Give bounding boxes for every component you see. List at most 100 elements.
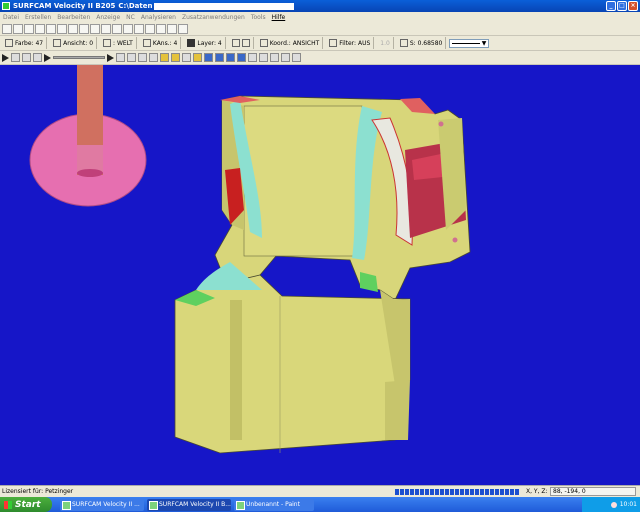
tray-icon[interactable]: [610, 501, 617, 508]
shade-icon[interactable]: [68, 23, 78, 34]
pencil-icon[interactable]: [167, 23, 177, 34]
graphics-viewport[interactable]: [0, 65, 640, 485]
view-icon: [53, 39, 62, 47]
sheet2-icon[interactable]: [281, 53, 290, 62]
layer-setting[interactable]: Layer: 4: [184, 37, 226, 49]
options-icon[interactable]: [292, 53, 301, 62]
standard-toolbar: [0, 22, 640, 36]
app-icon: [2, 2, 10, 10]
menu-anzeige[interactable]: Anzeige: [96, 14, 120, 21]
windows-logo-icon: [4, 500, 12, 509]
wire-cube-icon[interactable]: [241, 39, 250, 47]
status-bar: Lizensiert für: Petzinger X, Y, Z: 88, -…: [0, 485, 640, 497]
cad-model-view: [29, 65, 471, 454]
info-icon[interactable]: [127, 53, 136, 62]
menu-tools[interactable]: Tools: [251, 14, 266, 21]
s-setting[interactable]: S: 0.68580: [397, 37, 447, 49]
settings-toolbar: Farbe: 47 Ansicht: 0 : WELT KAns.: 4 Lay…: [0, 36, 640, 51]
menu-erstellen[interactable]: Erstellen: [25, 14, 51, 21]
speed-slider[interactable]: [53, 56, 105, 59]
maximize-button[interactable]: □: [617, 1, 627, 11]
shading-buttons: [229, 37, 254, 49]
zoom-icon[interactable]: [101, 23, 111, 34]
filter-setting[interactable]: Filter: AUS: [326, 37, 375, 49]
measure-icon[interactable]: [112, 23, 122, 34]
grid-icon[interactable]: [46, 23, 56, 34]
layers-icon[interactable]: [156, 23, 166, 34]
print-icon[interactable]: [35, 23, 45, 34]
cut-icon[interactable]: [134, 23, 144, 34]
rotate-icon[interactable]: [79, 23, 89, 34]
coord-label: Koord.: ANSICHT: [269, 39, 320, 47]
save-view-icon[interactable]: [248, 53, 257, 62]
open-view-icon[interactable]: [259, 53, 268, 62]
menu-zusatzanwendungen[interactable]: Zusatzanwendungen: [182, 14, 245, 21]
tolerance-value: 1.0: [380, 39, 390, 47]
menu-hilfe[interactable]: Hilfe: [272, 14, 286, 21]
tolerance-setting[interactable]: 1.0: [377, 37, 394, 49]
part-model: [174, 95, 471, 454]
world-label: : WELT: [113, 39, 133, 47]
color-label: Farbe: 47: [15, 39, 44, 47]
close-button[interactable]: ×: [628, 1, 638, 11]
cview-icon: [142, 39, 151, 47]
menu-nc[interactable]: NC: [126, 14, 135, 21]
line-style-preview: [452, 42, 480, 44]
step-icon[interactable]: [44, 53, 51, 62]
coord-icon: [259, 39, 268, 47]
new-file-icon[interactable]: [2, 23, 12, 34]
task-label: Unbenannt - Paint: [246, 501, 300, 508]
s-value: S: 0.68580: [409, 39, 443, 47]
zoom-lens-icon[interactable]: [138, 53, 147, 62]
save-icon[interactable]: [24, 23, 34, 34]
task-label: SURFCAM Velocity II B...: [159, 501, 231, 508]
simulation-toolbar: [0, 51, 640, 65]
brush-icon[interactable]: [193, 53, 202, 62]
iso-view-icon[interactable]: [226, 53, 235, 62]
hidden-view-icon[interactable]: [237, 53, 246, 62]
play-icon[interactable]: [2, 53, 9, 62]
taskbar-item-paint[interactable]: Unbenannt - Paint: [234, 498, 314, 511]
zoom-select-icon[interactable]: [149, 53, 158, 62]
color-setting[interactable]: Farbe: 47: [2, 37, 48, 49]
shaded-view-icon[interactable]: [204, 53, 213, 62]
progress-bar: [395, 489, 520, 495]
pause-icon[interactable]: [33, 53, 42, 62]
tool-icon[interactable]: [171, 53, 180, 62]
delete-icon[interactable]: [123, 23, 133, 34]
menu-bearbeiten[interactable]: Bearbeiten: [57, 14, 90, 21]
sheet-icon[interactable]: [182, 53, 191, 62]
help-icon[interactable]: [178, 23, 188, 34]
open-file-icon[interactable]: [13, 23, 23, 34]
refresh-icon[interactable]: [270, 53, 279, 62]
measure-tool-icon[interactable]: [116, 53, 125, 62]
step-back-icon[interactable]: [22, 53, 31, 62]
chevron-down-icon: ▼: [481, 39, 487, 47]
menu-analysieren[interactable]: Analysieren: [141, 14, 176, 21]
pan-icon[interactable]: [90, 23, 100, 34]
surface-icon[interactable]: [57, 23, 67, 34]
taskbar-item-surfcam-1[interactable]: SURFCAM Velocity II ...: [60, 498, 144, 511]
license-text: Lizensiert für: Petzinger: [2, 488, 74, 495]
tool-holder-icon[interactable]: [160, 53, 169, 62]
minimize-button[interactable]: _: [606, 1, 616, 11]
eye-icon: [103, 39, 112, 47]
taskbar-item-surfcam-2[interactable]: SURFCAM Velocity II B...: [147, 498, 231, 511]
wire-view-icon[interactable]: [215, 53, 224, 62]
fast-forward-icon[interactable]: [107, 53, 114, 62]
taskbar: Start SURFCAM Velocity II ... SURFCAM Ve…: [0, 497, 640, 512]
menu-datei[interactable]: Datei: [3, 14, 19, 21]
world-setting[interactable]: : WELT: [100, 37, 137, 49]
line-style-select[interactable]: ▼: [449, 38, 490, 48]
start-button[interactable]: Start: [0, 497, 52, 512]
coord-setting[interactable]: Koord.: ANSICHT: [257, 37, 324, 49]
select-icon[interactable]: [145, 23, 155, 34]
cview-setting[interactable]: KAns.: 4: [140, 37, 182, 49]
layer-label: Layer: 4: [197, 39, 222, 47]
view-setting[interactable]: Ansicht: 0: [50, 37, 98, 49]
view-label: Ansicht: 0: [63, 39, 94, 47]
shade-cube-icon[interactable]: [231, 39, 240, 47]
cview-label: KAns.: 4: [152, 39, 178, 47]
stop-icon[interactable]: [11, 53, 20, 62]
title-bar: SURFCAM Velocity II B205 C:\Daten _ □ ×: [0, 0, 640, 12]
